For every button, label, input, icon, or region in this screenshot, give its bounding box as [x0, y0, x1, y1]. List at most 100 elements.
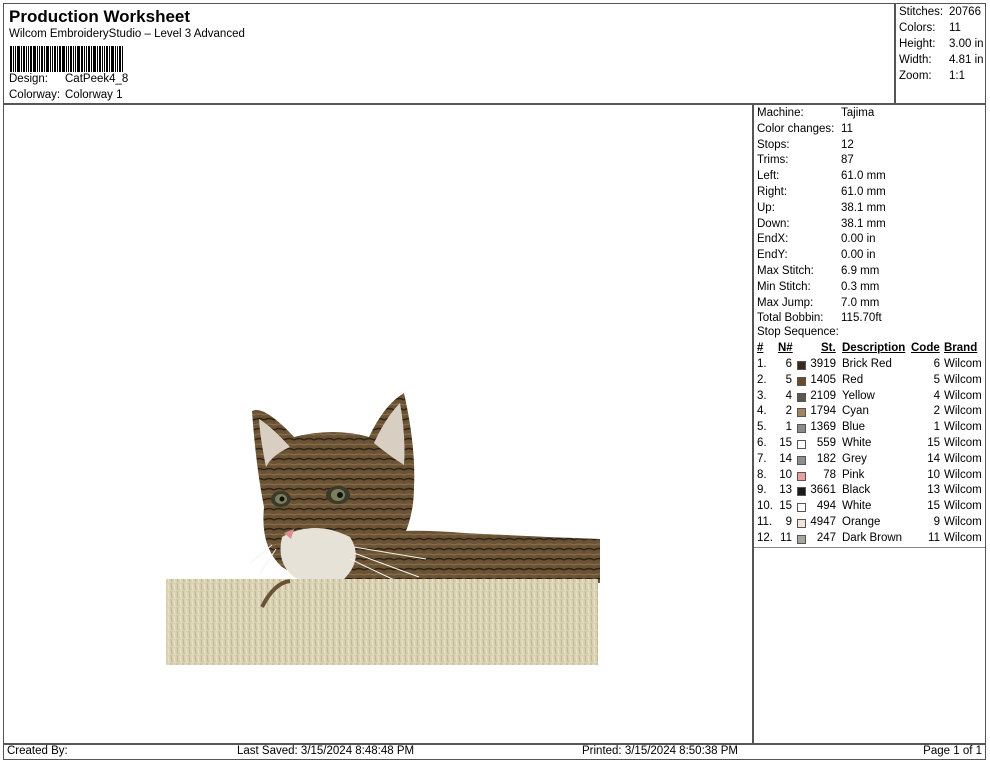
info-label: Stops:: [757, 138, 790, 151]
machine-info-row: Down: 38.1 mm: [757, 218, 886, 230]
color-swatch: [797, 424, 806, 434]
needle-number: 4: [785, 389, 792, 402]
design-preview: [3, 104, 753, 744]
thread-brand: Wilcom: [944, 358, 982, 370]
color-description: Red: [842, 373, 864, 386]
col-index: #: [757, 342, 764, 354]
thread-brand: Wilcom: [944, 500, 982, 513]
stat-label: Colors:: [899, 22, 936, 34]
machine-info-row: EndY: 0.00 in: [757, 249, 876, 261]
stop-sequence-header: # N# St. Description Code Brand: [754, 342, 987, 358]
col-needle: N#: [778, 342, 793, 354]
stat-row: Zoom: 1:1: [899, 70, 965, 82]
color-code: 10: [927, 468, 940, 481]
thread-brand: Wilcom: [944, 452, 982, 465]
machine-info-row: Total Bobbin: 115.70ft: [757, 312, 882, 324]
info-label: Max Stitch:: [757, 265, 814, 277]
machine-info-row: Left: 61.0 mm: [757, 170, 886, 182]
color-description: Cyan: [842, 405, 869, 418]
machine-info-row: EndX: 0.00 in: [757, 233, 876, 245]
stitch-count: 182: [816, 452, 836, 465]
color-description: Orange: [842, 516, 881, 528]
row-index: 10.: [757, 500, 773, 513]
color-description: Dark Brown: [842, 531, 903, 544]
last-saved: Last Saved: 3/15/2024 8:48:48 PM: [237, 745, 415, 757]
needle-number: 5: [785, 373, 792, 386]
color-swatch: [797, 503, 806, 513]
info-value: 7.0 mm: [841, 296, 880, 309]
stat-value: 3.00 in: [949, 38, 984, 50]
stat-label: Width:: [899, 54, 932, 66]
color-code: 13: [927, 484, 940, 497]
needle-number: 6: [785, 358, 792, 370]
row-index: 3.: [757, 389, 767, 402]
stats-panel: Stitches: 20766 Colors: 11 Height: 3.00 in …: [895, 3, 986, 104]
stitch-count: 4947: [810, 516, 836, 528]
worksheet-header: Production Worksheet Wilcom EmbroiderySt…: [3, 3, 895, 104]
machine-info-row: Color changes: 11: [757, 123, 853, 135]
color-swatch: [797, 440, 806, 449]
stitch-count: 1369: [810, 421, 836, 434]
cushion: [166, 579, 598, 665]
info-value: 11: [841, 122, 853, 135]
stitch-count: 78: [823, 468, 836, 481]
color-description: Grey: [842, 452, 867, 465]
needle-number: 13: [779, 484, 792, 497]
stat-value: 1:1: [949, 70, 965, 82]
color-swatch: [797, 361, 806, 370]
stop-sequence-title: Stop Sequence:: [757, 326, 839, 338]
col-stitches: St.: [821, 342, 836, 354]
stitch-count: 247: [816, 531, 836, 544]
info-label: Max Jump:: [757, 296, 814, 309]
color-swatch: [797, 376, 806, 386]
info-value: 87: [841, 154, 854, 167]
row-index: 7.: [757, 452, 767, 465]
software-subtitle: Wilcom EmbroideryStudio – Level 3 Advanc…: [9, 28, 245, 40]
stitch-count: 1405: [810, 373, 836, 386]
divider: [754, 547, 985, 548]
stop-sequence-row: 3. 4 2109 Yellow 4 Wilcom: [754, 390, 987, 406]
stitch-count: 494: [816, 500, 836, 513]
thread-brand: Wilcom: [944, 389, 982, 402]
stop-sequence-row: 9. 13 3661 Black 13 Wilcom: [754, 484, 987, 500]
color-code: 5: [933, 373, 940, 386]
stop-sequence-row: 12. 11 247 Dark Brown 11 Wilcom: [754, 532, 987, 548]
row-index: 9.: [757, 484, 767, 497]
thread-brand: Wilcom: [944, 516, 982, 528]
color-code: 11: [928, 531, 940, 544]
color-description: Blue: [842, 421, 866, 434]
info-label: Total Bobbin:: [757, 312, 824, 325]
info-label: Machine:: [757, 107, 804, 119]
stat-value: 4.81 in: [949, 54, 984, 66]
stat-value: 11: [949, 22, 961, 34]
color-code: 6: [933, 358, 940, 370]
info-value: 38.1 mm: [841, 217, 886, 230]
machine-info-row: Max Stitch: 6.9 mm: [757, 265, 879, 277]
thread-brand: Wilcom: [944, 531, 982, 544]
row-index: 6.: [757, 437, 767, 449]
needle-number: 15: [779, 500, 792, 513]
row-index: 5.: [757, 421, 767, 434]
stat-row: Colors: 11: [899, 22, 961, 34]
color-description: White: [842, 500, 872, 513]
stop-sequence-row: 11. 9 4947 Orange 9 Wilcom: [754, 516, 987, 532]
stop-sequence-row: 6. 15 559 White 15 Wilcom: [754, 437, 987, 453]
needle-number: 2: [785, 405, 792, 418]
needle-number: 9: [785, 516, 792, 528]
info-value: 6.9 mm: [841, 265, 880, 277]
info-label: Up:: [757, 201, 775, 214]
stat-label: Stitches:: [899, 6, 944, 18]
info-label: Trims:: [757, 154, 789, 167]
color-description: Yellow: [842, 389, 875, 402]
design-value: CatPeek4_8: [65, 73, 129, 85]
machine-info-row: Max Jump: 7.0 mm: [757, 297, 879, 309]
info-label: Left:: [757, 170, 780, 183]
color-swatch: [797, 534, 806, 544]
color-description: Pink: [842, 468, 865, 481]
needle-number: 14: [779, 452, 792, 465]
stat-label: Zoom:: [899, 70, 932, 82]
machine-info-row: Stops: 12: [757, 139, 854, 151]
machine-info-panel: Machine: Tajima Color changes: 11 Stops: 12 Tr…: [753, 104, 986, 744]
stitch-count: 559: [816, 437, 836, 449]
color-swatch: [797, 392, 806, 402]
